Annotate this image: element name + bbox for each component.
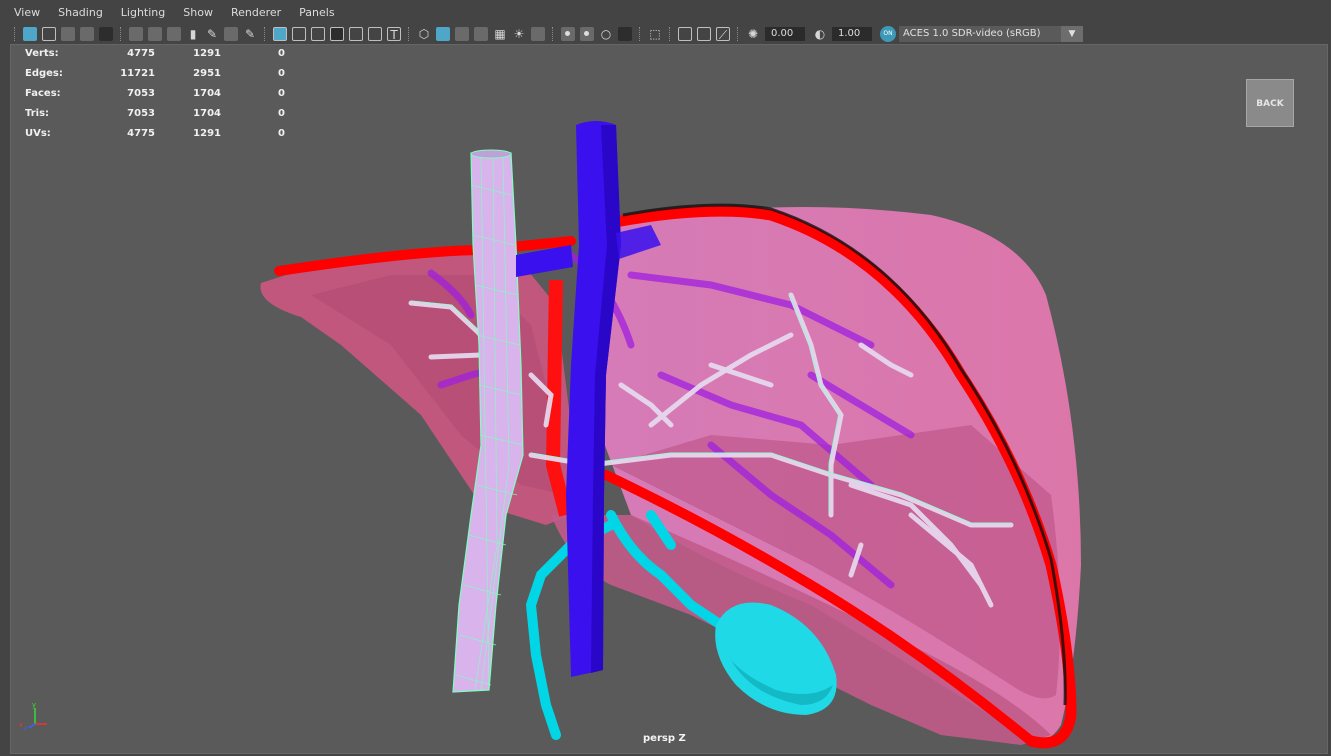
hud-label: Edges: — [25, 68, 63, 79]
y-axis-label: y — [32, 701, 36, 709]
poly-count-hud: Verts: 4775 1291 0 Edges: 11721 2951 0 F… — [25, 47, 285, 147]
hud-value: 1704 — [193, 88, 221, 99]
brush-icon[interactable]: ✎ — [243, 27, 257, 41]
hud-value: 0 — [278, 88, 285, 99]
gamma-field[interactable]: 1.00 — [832, 27, 872, 41]
marker-icon[interactable]: ▮ — [186, 27, 200, 41]
image-plane-icon[interactable] — [80, 27, 94, 41]
grid-icon[interactable] — [273, 27, 287, 41]
hud-row-faces: Faces: 7053 1704 0 — [25, 87, 285, 107]
chevron-down-icon[interactable]: ▼ — [1061, 26, 1083, 42]
hud-value: 2951 — [193, 68, 221, 79]
hud-value: 7053 — [127, 108, 155, 119]
hud-label: UVs: — [25, 128, 51, 139]
hud-label: Faces: — [25, 88, 61, 99]
shadows-icon[interactable] — [531, 27, 545, 41]
backface-culling-icon[interactable]: ⟋ — [716, 27, 730, 42]
toolbar-separator — [14, 27, 17, 41]
menu-lighting[interactable]: Lighting — [121, 6, 165, 19]
motion-blur-icon[interactable] — [580, 27, 594, 41]
2d-pan-zoom-icon[interactable] — [99, 27, 113, 41]
viewport-menubar: View Shading Lighting Show Renderer Pane… — [0, 0, 1331, 24]
safe-action-icon[interactable] — [368, 27, 382, 41]
resolution-gate-icon[interactable] — [311, 27, 325, 41]
wireframe-on-shaded-icon[interactable] — [455, 27, 469, 41]
camera-lock-icon[interactable] — [148, 27, 162, 41]
menu-show[interactable]: Show — [183, 6, 213, 19]
pen-icon[interactable]: ✎ — [205, 27, 219, 41]
portal-vein-top-cap — [470, 149, 512, 159]
textured-icon[interactable] — [474, 27, 488, 41]
hud-row-verts: Verts: 4775 1291 0 — [25, 47, 285, 67]
menu-view[interactable]: View — [14, 6, 40, 19]
gate-mask-icon[interactable] — [330, 27, 344, 41]
menu-renderer[interactable]: Renderer — [231, 6, 281, 19]
hud-row-edges: Edges: 11721 2951 0 — [25, 67, 285, 87]
field-chart-icon[interactable] — [349, 27, 363, 41]
hud-value: 7053 — [127, 88, 155, 99]
lights-icon[interactable]: ☀ — [512, 27, 526, 41]
exposure-icon[interactable]: ✺ — [746, 27, 760, 41]
hud-row-uvs: UVs: 4775 1291 0 — [25, 127, 285, 147]
grease-pencil-icon[interactable] — [129, 27, 143, 41]
hud-label: Verts: — [25, 48, 59, 59]
color-space-dropdown[interactable]: ACES 1.0 SDR-video (sRGB) ▼ — [899, 26, 1083, 42]
hud-value: 1704 — [193, 108, 221, 119]
liver-model-scene — [260, 121, 1081, 749]
viewport-toolbar: ▮ ✎ ✎ T ⬡ ▦ ☀ ○ ⬚ ⟋ ✺ 0.00 ◐ 1.00 ON ACE… — [0, 24, 1331, 44]
menu-shading[interactable]: Shading — [58, 6, 103, 19]
hud-value: 4775 — [127, 48, 155, 59]
hud-value: 4775 — [127, 128, 155, 139]
back-button[interactable]: BACK — [1246, 79, 1294, 127]
toolbar-separator — [552, 27, 555, 41]
magnify-icon[interactable] — [224, 27, 238, 41]
safe-title-icon[interactable]: T — [387, 27, 401, 42]
checker-icon[interactable]: ▦ — [493, 27, 507, 41]
depth-of-field-icon[interactable] — [618, 27, 632, 41]
select-camera-icon[interactable] — [23, 27, 37, 41]
toolbar-separator — [639, 27, 642, 41]
camera-refresh-icon[interactable] — [167, 27, 181, 41]
hud-value: 11721 — [120, 68, 155, 79]
camera-name-label: persp Z — [643, 733, 686, 744]
gamma-icon[interactable]: ◐ — [813, 27, 827, 41]
axis-gizmo: y x z — [19, 701, 47, 730]
isolate-select-icon[interactable]: ⬚ — [648, 27, 662, 41]
film-gate-icon[interactable] — [292, 27, 306, 41]
toolbar-separator — [264, 27, 267, 41]
exposure-field[interactable]: 0.00 — [765, 27, 805, 41]
color-space-value: ACES 1.0 SDR-video (sRGB) — [903, 28, 1041, 39]
x-axis-label: x — [19, 721, 23, 729]
hud-value: 1291 — [193, 128, 221, 139]
anti-aliasing-icon[interactable]: ○ — [599, 27, 613, 41]
menu-panels[interactable]: Panels — [299, 6, 334, 19]
xray-joints-icon[interactable] — [697, 27, 711, 41]
color-management-toggle[interactable]: ON — [880, 26, 896, 42]
toolbar-separator — [120, 27, 123, 41]
z-axis-line — [28, 723, 36, 729]
hud-value: 0 — [278, 48, 285, 59]
z-axis-label: z — [24, 725, 27, 730]
ambient-occlusion-icon[interactable] — [561, 27, 575, 41]
bookmark-icon[interactable] — [61, 27, 75, 41]
toolbar-separator — [408, 27, 411, 41]
camera-attributes-icon[interactable] — [42, 27, 56, 41]
smooth-shade-icon[interactable] — [436, 27, 450, 41]
hud-value: 0 — [278, 68, 285, 79]
hud-value: 1291 — [193, 48, 221, 59]
toolbar-separator — [737, 27, 740, 41]
hud-row-tris: Tris: 7053 1704 0 — [25, 107, 285, 127]
hud-value: 0 — [278, 128, 285, 139]
toolbar-separator — [669, 27, 672, 41]
xray-icon[interactable] — [678, 27, 692, 41]
hud-value: 0 — [278, 108, 285, 119]
hud-label: Tris: — [25, 108, 50, 119]
wireframe-cube-icon[interactable]: ⬡ — [417, 27, 431, 41]
3d-viewport[interactable]: Verts: 4775 1291 0 Edges: 11721 2951 0 F… — [10, 44, 1328, 754]
